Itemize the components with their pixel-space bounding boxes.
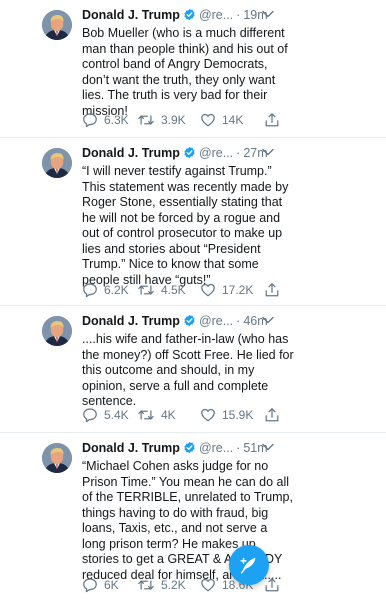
tweet-card[interactable]: Donald J. Trump @re... · 19m Bob Mueller (w… [0, 0, 386, 138]
compose-feather-icon [240, 557, 256, 574]
like-button[interactable]: 15.9K [200, 407, 253, 423]
reply-count: 6.2K [104, 283, 129, 297]
like-button[interactable]: 14K [200, 112, 243, 128]
reply-count: 5.4K [104, 408, 129, 422]
share-button[interactable] [264, 407, 280, 423]
tweet-actions: 6.3K 3.9K 14K [82, 112, 292, 128]
separator-dot: · [236, 8, 241, 22]
compose-tweet-button[interactable] [229, 545, 269, 585]
speech-bubble-icon [82, 112, 98, 128]
retweet-count: 5.2K [161, 578, 186, 592]
verified-badge-icon [183, 8, 196, 21]
chevron-down-icon[interactable] [262, 443, 274, 451]
avatar[interactable] [42, 316, 72, 346]
retweet-button[interactable]: 4K [137, 407, 176, 423]
chevron-down-icon[interactable] [262, 316, 274, 324]
author-name[interactable]: Donald J. Trump [82, 8, 180, 22]
tweet-text: “I will never testify against Trump.” Th… [82, 164, 289, 287]
avatar[interactable] [42, 443, 72, 473]
tweet-text: Bob Mueller (who is a much different man… [82, 26, 288, 118]
timeline-feed[interactable]: Donald J. Trump @re... · 19m Bob Mueller (w… [0, 0, 386, 600]
profile-photo-icon [42, 443, 72, 473]
tweet-content: Donald J. Trump @re... · 27m “I will never … [82, 144, 294, 288]
verified-badge-icon [183, 314, 196, 327]
tweet-card[interactable]: Donald J. Trump @re... · 46m ....his wife a… [0, 306, 386, 433]
share-icon [264, 577, 280, 593]
retweet-icon [137, 407, 155, 423]
author-handle: @re... [198, 314, 234, 328]
author-handle: @re... [198, 441, 234, 455]
reply-button[interactable]: 6.2K [82, 282, 129, 298]
heart-icon [200, 112, 216, 128]
share-button[interactable] [264, 282, 280, 298]
reply-button[interactable]: 6.3K [82, 112, 129, 128]
retweet-count: 3.9K [161, 113, 186, 127]
retweet-button[interactable]: 3.9K [137, 112, 186, 128]
tweet-text: ....his wife and father-in-law (who has … [82, 332, 294, 408]
reply-button[interactable]: 5.4K [82, 407, 129, 423]
tweet-actions: 6.2K 4.5K 17.2K [82, 282, 292, 298]
speech-bubble-icon [82, 577, 98, 593]
retweet-icon [137, 282, 155, 298]
reply-count: 6K [104, 578, 119, 592]
like-button[interactable]: 17.2K [200, 282, 253, 298]
separator-dot: · [236, 314, 241, 328]
like-count: 17.2K [222, 283, 254, 297]
share-icon [264, 407, 280, 423]
like-count: 14K [222, 113, 244, 127]
profile-photo-icon [42, 316, 72, 346]
verified-badge-icon [183, 441, 196, 454]
retweet-icon [137, 112, 155, 128]
like-count: 15.9K [222, 408, 254, 422]
verified-badge-icon [183, 146, 196, 159]
tweet-card[interactable]: Donald J. Trump @re... · 27m “I will never … [0, 138, 386, 306]
speech-bubble-icon [82, 282, 98, 298]
separator-dot: · [236, 441, 241, 455]
heart-icon [200, 407, 216, 423]
tweet-content: Donald J. Trump @re... · 19m Bob Mueller (w… [82, 6, 294, 119]
author-handle: @re... [198, 146, 234, 160]
author-name[interactable]: Donald J. Trump [82, 314, 180, 328]
profile-photo-icon [42, 148, 72, 178]
chevron-down-icon[interactable] [262, 10, 274, 18]
profile-photo-icon [42, 10, 72, 40]
avatar[interactable] [42, 10, 72, 40]
chevron-down-icon[interactable] [262, 148, 274, 156]
share-button[interactable] [264, 112, 280, 128]
share-icon [264, 112, 280, 128]
retweet-button[interactable]: 5.2K [137, 577, 186, 593]
share-button[interactable] [264, 577, 280, 593]
separator-dot: · [236, 146, 241, 160]
retweet-count: 4.5K [161, 283, 186, 297]
tweet-actions: 5.4K 4K 15.9K [82, 407, 292, 423]
speech-bubble-icon [82, 407, 98, 423]
avatar[interactable] [42, 148, 72, 178]
tweet-content: Donald J. Trump @re... · 46m ....his wife a… [82, 312, 294, 410]
reply-count: 6.3K [104, 113, 129, 127]
reply-button[interactable]: 6K [82, 577, 119, 593]
heart-icon [200, 282, 216, 298]
tweet-card[interactable]: Donald J. Trump @re... · 51m “Michael Cohen… [0, 433, 386, 600]
author-handle: @re... [198, 8, 234, 22]
author-name[interactable]: Donald J. Trump [82, 146, 180, 160]
author-name[interactable]: Donald J. Trump [82, 441, 180, 455]
retweet-button[interactable]: 4.5K [137, 282, 186, 298]
retweet-count: 4K [161, 408, 176, 422]
heart-icon [200, 577, 216, 593]
share-icon [264, 282, 280, 298]
retweet-icon [137, 577, 155, 593]
